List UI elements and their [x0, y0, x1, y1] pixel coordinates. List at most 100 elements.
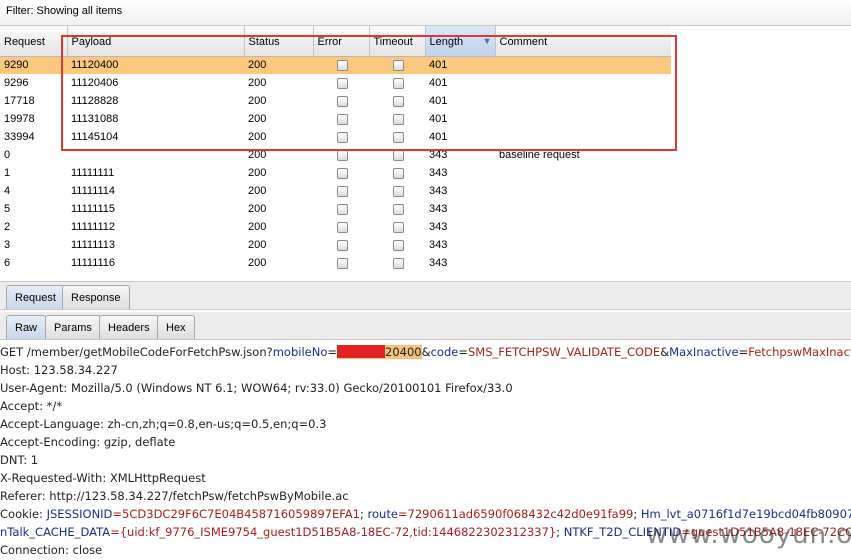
- table-row[interactable]: 17718 11128828 200 401: [0, 92, 671, 110]
- error-checkbox[interactable]: [337, 257, 348, 269]
- table-row[interactable]: 4 11111114 200 343: [0, 182, 671, 200]
- error-checkbox[interactable]: [337, 185, 348, 197]
- timeout-cell: [369, 92, 425, 110]
- error-checkbox[interactable]: [337, 149, 348, 161]
- payload-cell: 11111113: [71, 239, 116, 251]
- length-cell: 401: [429, 95, 448, 107]
- col-header-status[interactable]: Status: [244, 26, 314, 57]
- table-row[interactable]: 9290 11120400 200 401: [0, 56, 671, 74]
- table-row[interactable]: 6 11111116 200 343: [0, 254, 671, 272]
- header-user-agent: User-Agent: Mozilla/5.0 (Windows NT 6.1;…: [0, 381, 513, 395]
- view-mode-tabs: Raw Params Headers Hex: [0, 312, 851, 340]
- table-row[interactable]: 5 11111115 200 343: [0, 200, 671, 218]
- request-cell: 4: [4, 185, 11, 197]
- request-cell: 0: [4, 149, 11, 161]
- col-header-payload[interactable]: Payload: [67, 26, 245, 57]
- status-cell: 200: [244, 56, 313, 74]
- request-response-tabs: Request Response: [0, 281, 851, 310]
- payload-cell: 11128828: [71, 95, 119, 107]
- length-cell: 343: [429, 257, 448, 269]
- payload-cell: 11145104: [71, 131, 119, 143]
- error-checkbox[interactable]: [337, 203, 348, 215]
- error-checkbox[interactable]: [337, 167, 348, 179]
- col-header-comment[interactable]: Comment: [495, 26, 672, 57]
- comment-cell: baseline request: [499, 149, 580, 161]
- status-cell: 200: [248, 221, 267, 233]
- error-checkbox[interactable]: [337, 131, 348, 143]
- timeout-checkbox[interactable]: [393, 131, 404, 143]
- timeout-checkbox[interactable]: [393, 221, 404, 233]
- tab-params[interactable]: Params: [45, 315, 101, 339]
- tab-request[interactable]: Request: [6, 285, 65, 309]
- status-cell: 200: [248, 239, 267, 251]
- timeout-checkbox[interactable]: [393, 59, 404, 71]
- length-cell: 401: [429, 131, 448, 143]
- request-cell: 3: [4, 239, 11, 251]
- col-header-error[interactable]: Error: [313, 26, 370, 57]
- table-row[interactable]: 19978 11131088 200 401: [0, 110, 671, 128]
- request-cell: 2: [4, 221, 11, 233]
- mobile-number-value: 20400: [337, 345, 422, 359]
- error-cell: [313, 110, 369, 128]
- status-cell: 200: [248, 185, 267, 197]
- error-checkbox[interactable]: [337, 221, 348, 233]
- error-cell: [313, 74, 369, 92]
- timeout-cell: [369, 182, 425, 200]
- col-header-timeout[interactable]: Timeout: [369, 26, 426, 57]
- length-cell: 343: [429, 221, 448, 233]
- table-row[interactable]: 1 11111111 200 343: [0, 164, 671, 182]
- request-cell: 9296: [4, 77, 29, 89]
- col-header-length[interactable]: Length ▼: [425, 26, 496, 57]
- error-checkbox[interactable]: [337, 59, 348, 71]
- length-cell: 343: [429, 149, 448, 161]
- col-header-request[interactable]: Request: [0, 26, 68, 57]
- timeout-checkbox[interactable]: [393, 203, 404, 215]
- payload-cell: 11120400: [67, 56, 244, 74]
- table-row[interactable]: 33994 11145104 200 401: [0, 128, 671, 146]
- payload-cell: 11111116: [71, 257, 116, 269]
- tab-response[interactable]: Response: [62, 285, 130, 309]
- payload-cell: 11111114: [71, 185, 116, 197]
- tab-hex[interactable]: Hex: [157, 315, 195, 339]
- comment-cell: [495, 200, 671, 218]
- payload-cell: 11111115: [71, 203, 116, 215]
- timeout-checkbox[interactable]: [393, 239, 404, 251]
- header-referer: Referer: http://123.58.34.227/fetchPsw/f…: [0, 489, 349, 503]
- timeout-cell: [369, 146, 425, 164]
- filter-bar[interactable]: Filter: Showing all items: [0, 0, 851, 26]
- timeout-checkbox[interactable]: [393, 257, 404, 269]
- length-cell: 343: [429, 167, 448, 179]
- length-cell: 343: [429, 239, 448, 251]
- error-checkbox[interactable]: [337, 239, 348, 251]
- timeout-checkbox[interactable]: [393, 167, 404, 179]
- payload-cell: 11131088: [71, 113, 119, 125]
- status-cell: 200: [248, 203, 267, 215]
- error-checkbox[interactable]: [337, 95, 348, 107]
- table-row[interactable]: 2 11111112 200 343: [0, 218, 671, 236]
- table-row[interactable]: 0 200 343 baseline request: [0, 146, 671, 164]
- timeout-checkbox[interactable]: [393, 77, 404, 89]
- status-cell: 200: [248, 113, 267, 125]
- timeout-cell: [369, 110, 425, 128]
- table-row[interactable]: 9296 11120406 200 401: [0, 74, 671, 92]
- tab-raw[interactable]: Raw: [6, 315, 47, 339]
- tab-headers[interactable]: Headers: [99, 315, 159, 339]
- table-row[interactable]: 3 11111113 200 343: [0, 236, 671, 254]
- error-cell: [313, 218, 369, 236]
- status-cell: 200: [248, 257, 267, 269]
- comment-cell: [495, 128, 671, 146]
- payload-cell: 11111112: [71, 221, 116, 233]
- timeout-cell: [369, 56, 425, 74]
- timeout-checkbox[interactable]: [393, 113, 404, 125]
- header-accept-language: Accept-Language: zh-cn,zh;q=0.8,en-us;q=…: [0, 417, 327, 431]
- timeout-checkbox[interactable]: [393, 185, 404, 197]
- error-checkbox[interactable]: [337, 113, 348, 125]
- error-cell: [313, 200, 369, 218]
- status-cell: 200: [248, 131, 267, 143]
- timeout-checkbox[interactable]: [393, 149, 404, 161]
- length-cell: 343: [429, 185, 448, 197]
- header-connection: Connection: close: [0, 543, 103, 557]
- error-cell: [313, 56, 369, 74]
- timeout-checkbox[interactable]: [393, 95, 404, 107]
- error-checkbox[interactable]: [337, 77, 348, 89]
